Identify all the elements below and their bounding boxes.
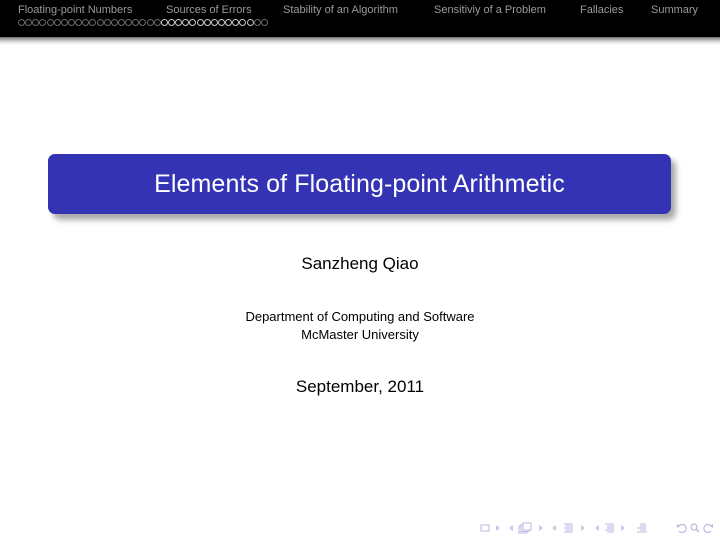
date: September, 2011 bbox=[295, 377, 425, 396]
header-bar: Floating-point Numbers Sources of Errors… bbox=[0, 0, 720, 37]
document-icon[interactable] bbox=[604, 521, 616, 535]
frame-dot[interactable] bbox=[196, 19, 204, 26]
frame-dot[interactable] bbox=[175, 19, 183, 26]
section-navigation: Floating-point Numbers Sources of Errors… bbox=[0, 3, 720, 17]
frame-dot[interactable] bbox=[146, 19, 154, 26]
frame-dot[interactable] bbox=[217, 19, 225, 26]
frame-dot[interactable] bbox=[110, 19, 118, 26]
institute: Department of Computing and Software McM… bbox=[0, 308, 720, 344]
frame-dot[interactable] bbox=[239, 19, 247, 26]
subsection-forward-icon[interactable] bbox=[538, 521, 544, 535]
frame-dot[interactable] bbox=[203, 19, 211, 26]
frame-dot[interactable] bbox=[139, 19, 147, 26]
redo-icon[interactable] bbox=[702, 521, 714, 535]
subsection-icon[interactable] bbox=[518, 521, 532, 535]
frame-dot[interactable] bbox=[153, 19, 161, 26]
document-forward-icon[interactable] bbox=[620, 521, 626, 535]
frame-dot[interactable] bbox=[167, 19, 175, 26]
institute-university: McMaster University bbox=[301, 327, 419, 342]
frame-dot[interactable] bbox=[260, 19, 268, 26]
frame-dot[interactable] bbox=[103, 19, 111, 26]
section-link-sensitivity-of-a-problem[interactable]: Sensitiviy of a Problem bbox=[434, 3, 546, 17]
section-link-sources-of-errors[interactable]: Sources of Errors bbox=[166, 3, 252, 17]
frame-dot[interactable] bbox=[253, 19, 261, 26]
section-forward-icon[interactable] bbox=[580, 521, 586, 535]
section-link-fallacies[interactable]: Fallacies bbox=[580, 3, 623, 17]
frame-dot[interactable] bbox=[46, 19, 54, 26]
frame-dot[interactable] bbox=[60, 19, 68, 26]
frame-dot[interactable] bbox=[67, 19, 75, 26]
frame-dot[interactable] bbox=[189, 19, 197, 26]
frame-dot[interactable] bbox=[225, 19, 233, 26]
frame-dot[interactable] bbox=[232, 19, 240, 26]
frame-dot[interactable] bbox=[25, 19, 33, 26]
search-icon[interactable] bbox=[689, 521, 701, 535]
frame-dot[interactable] bbox=[53, 19, 61, 26]
frame-dot[interactable] bbox=[89, 19, 97, 26]
frame-dot[interactable] bbox=[160, 19, 168, 26]
section-icon[interactable] bbox=[563, 521, 575, 535]
frame-dot[interactable] bbox=[32, 19, 40, 26]
beamer-navigation-symbols bbox=[0, 521, 720, 537]
slide-title: Elements of Floating-point Arithmetic bbox=[154, 169, 565, 198]
frame-dot[interactable] bbox=[246, 19, 254, 26]
section-link-stability-of-an-algorithm[interactable]: Stability of an Algorithm bbox=[283, 3, 398, 17]
author: Sanzheng Qiao bbox=[301, 254, 419, 273]
institute-department: Department of Computing and Software bbox=[245, 309, 475, 324]
section-back-icon[interactable] bbox=[551, 521, 557, 535]
header-shadow bbox=[0, 37, 720, 45]
frame-dot[interactable] bbox=[96, 19, 104, 26]
appendix-icon[interactable] bbox=[636, 521, 648, 535]
undo-icon[interactable] bbox=[676, 521, 688, 535]
section-link-summary[interactable]: Summary bbox=[651, 3, 698, 17]
frame-dot[interactable] bbox=[75, 19, 83, 26]
subsection-back-icon[interactable] bbox=[508, 521, 514, 535]
frame-dot[interactable] bbox=[117, 19, 125, 26]
frame-dot[interactable] bbox=[210, 19, 218, 26]
frame-dot[interactable] bbox=[182, 19, 190, 26]
title-box: Elements of Floating-point Arithmetic bbox=[48, 154, 671, 214]
frame-dots bbox=[18, 19, 268, 27]
frame-icon[interactable] bbox=[480, 521, 490, 535]
frame-dot[interactable] bbox=[132, 19, 140, 26]
frame-dot[interactable] bbox=[39, 19, 47, 26]
frame-dot[interactable] bbox=[125, 19, 133, 26]
section-link-floating-point-numbers[interactable]: Floating-point Numbers bbox=[18, 3, 132, 17]
document-back-icon[interactable] bbox=[594, 521, 600, 535]
frame-dot[interactable] bbox=[82, 19, 90, 26]
frame-dot[interactable] bbox=[18, 19, 25, 26]
frame-forward-icon[interactable] bbox=[495, 521, 501, 535]
